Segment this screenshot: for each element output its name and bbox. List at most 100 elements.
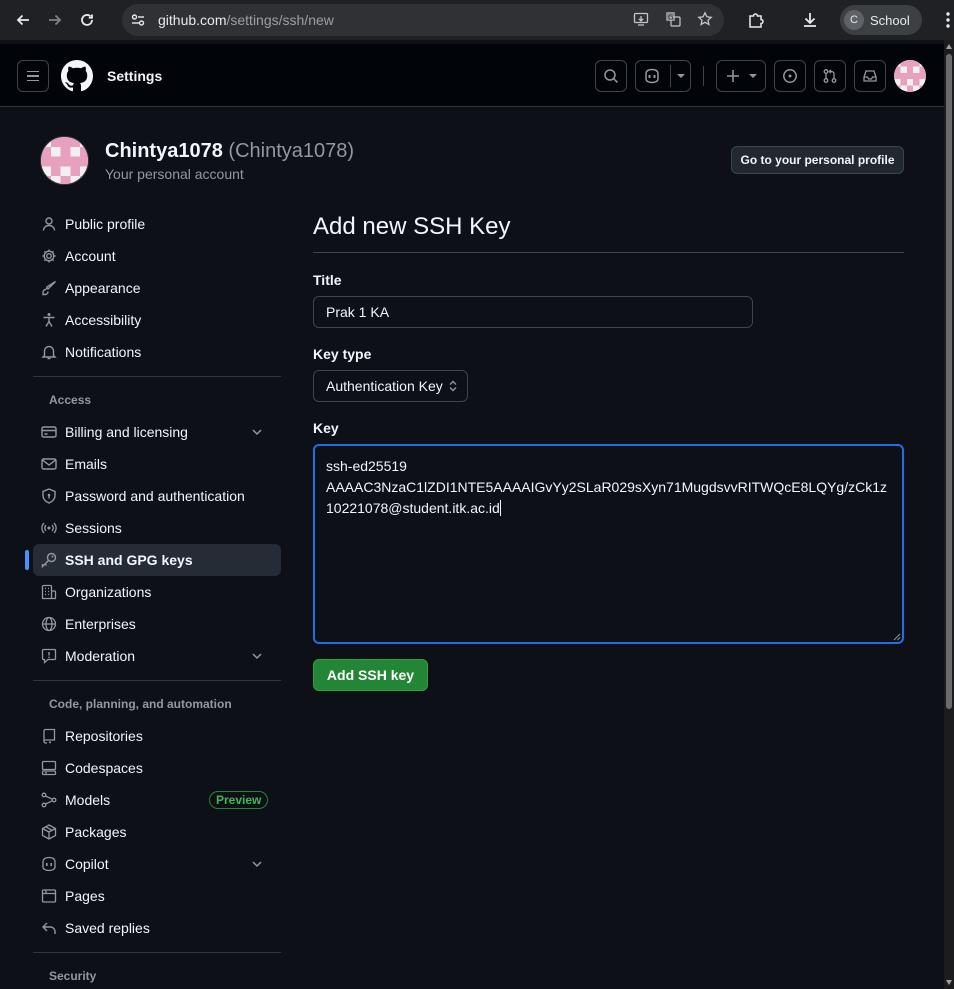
sidebar-item-copilot[interactable]: Copilot bbox=[33, 848, 281, 880]
chevron-down-icon[interactable] bbox=[251, 650, 263, 662]
sidebar-item-repositories[interactable]: Repositories bbox=[33, 720, 281, 752]
title-input[interactable]: Prak 1 KA bbox=[313, 296, 753, 328]
paintbrush-icon bbox=[41, 280, 57, 296]
svg-text:G: G bbox=[668, 14, 673, 22]
shield-lock-icon bbox=[41, 488, 57, 504]
sidebar-item-enterprises[interactable]: Enterprises bbox=[33, 608, 281, 640]
sidebar-divider bbox=[33, 680, 281, 681]
page-scrollbar[interactable] bbox=[944, 40, 954, 989]
forward-icon[interactable] bbox=[39, 4, 71, 36]
search-icon[interactable] bbox=[595, 60, 627, 92]
user-avatar[interactable] bbox=[894, 60, 926, 92]
issues-icon[interactable] bbox=[774, 60, 806, 92]
sidebar-item-label: Emails bbox=[65, 456, 108, 472]
sidebar-item-accessibility[interactable]: Accessibility bbox=[33, 304, 281, 336]
scrollbar-thumb[interactable] bbox=[946, 54, 952, 709]
sidebar-item-packages[interactable]: Packages bbox=[33, 816, 281, 848]
key-type-select[interactable]: Authentication Key bbox=[313, 370, 468, 402]
codespaces-icon bbox=[41, 760, 57, 776]
sidebar-item-saved-replies[interactable]: Saved replies bbox=[33, 912, 281, 944]
key-line: ssh-ed25519 bbox=[326, 458, 407, 474]
sidebar-item-pages[interactable]: Pages bbox=[33, 880, 281, 912]
github-header: Settings bbox=[0, 44, 944, 107]
sidebar-item-billing[interactable]: Billing and licensing bbox=[33, 416, 281, 448]
url-path: /settings/ssh/new bbox=[226, 12, 334, 28]
key-type-label: Key type bbox=[313, 346, 372, 362]
heading-divider bbox=[313, 252, 904, 253]
sidebar-item-emails[interactable]: Emails bbox=[33, 448, 281, 480]
translate-icon[interactable]: G bbox=[664, 10, 682, 28]
sidebar-item-organizations[interactable]: Organizations bbox=[33, 576, 281, 608]
sidebar-item-label: Pages bbox=[65, 888, 105, 904]
sidebar-item-label: Enterprises bbox=[65, 616, 136, 632]
sidebar-item-account[interactable]: Account bbox=[33, 240, 281, 272]
copilot-icon bbox=[41, 856, 57, 872]
back-icon[interactable] bbox=[7, 4, 39, 36]
browser-icon bbox=[41, 888, 57, 904]
sidebar-item-codespaces[interactable]: Codespaces bbox=[33, 752, 281, 784]
models-icon bbox=[41, 792, 57, 808]
browser-profile-chip[interactable]: C School bbox=[840, 5, 922, 35]
sidebar-item-public-profile[interactable]: Public profile bbox=[33, 208, 281, 240]
title-label: Title bbox=[313, 272, 342, 288]
report-icon bbox=[41, 648, 57, 664]
add-ssh-key-button[interactable]: Add SSH key bbox=[313, 659, 428, 691]
sidebar-heading-code: Code, planning, and automation bbox=[49, 697, 232, 711]
account-display-name: Chintya1078 bbox=[105, 140, 223, 162]
sidebar-item-models[interactable]: Models Preview bbox=[33, 784, 281, 816]
sidebar-item-label: Moderation bbox=[65, 648, 136, 664]
key-textarea[interactable]: ssh-ed25519 AAAAC3NzaC1lZDI1NTE5AAAAIGvY… bbox=[313, 444, 904, 644]
url-host: github.com bbox=[158, 12, 227, 28]
account-avatar bbox=[40, 136, 89, 185]
sidebar-item-sessions[interactable]: Sessions bbox=[33, 512, 281, 544]
address-bar[interactable]: github.com/settings/ssh/new G bbox=[122, 4, 724, 36]
sidebar-item-label: Appearance bbox=[65, 280, 141, 296]
sidebar-item-label: Copilot bbox=[65, 856, 109, 872]
github-logo-icon[interactable] bbox=[61, 60, 93, 92]
page-title: Settings bbox=[107, 68, 163, 84]
repo-icon bbox=[41, 728, 57, 744]
create-new-button[interactable] bbox=[716, 60, 766, 92]
inbox-icon[interactable] bbox=[854, 60, 886, 92]
more-menu-icon[interactable] bbox=[932, 4, 954, 36]
profile-avatar: C bbox=[844, 10, 864, 30]
sidebar-item-label: Codespaces bbox=[65, 760, 143, 776]
sidebar-divider bbox=[33, 376, 281, 377]
site-info-icon[interactable] bbox=[124, 6, 152, 34]
key-icon bbox=[41, 552, 57, 568]
credit-card-icon bbox=[41, 424, 57, 440]
bookmark-star-icon[interactable] bbox=[696, 10, 714, 28]
sidebar-item-label: Sessions bbox=[65, 520, 122, 536]
reload-icon[interactable] bbox=[71, 4, 103, 36]
sidebar-item-label: Packages bbox=[65, 824, 127, 840]
sidebar-item-label: Notifications bbox=[65, 344, 142, 360]
install-app-icon[interactable] bbox=[632, 10, 650, 28]
organization-icon bbox=[41, 584, 57, 600]
sidebar-item-label: Billing and licensing bbox=[65, 424, 188, 440]
sidebar-item-label: Saved replies bbox=[65, 920, 150, 936]
settings-sidebar: Public profile Account Appearance Access… bbox=[25, 208, 281, 989]
copilot-button[interactable] bbox=[635, 60, 691, 92]
sidebar-item-label: SSH and GPG keys bbox=[65, 552, 193, 568]
sidebar-item-password[interactable]: Password and authentication bbox=[33, 480, 281, 512]
chevron-down-icon[interactable] bbox=[251, 426, 263, 438]
sidebar-item-moderation[interactable]: Moderation bbox=[33, 640, 281, 672]
sidebar-item-appearance[interactable]: Appearance bbox=[33, 272, 281, 304]
url-text: github.com/settings/ssh/new bbox=[158, 12, 334, 28]
extensions-icon[interactable] bbox=[740, 4, 772, 36]
bell-icon bbox=[41, 344, 57, 360]
key-line-text: 10221078@student.itk.ac.id bbox=[326, 500, 500, 516]
sidebar-heading-security: Security bbox=[49, 969, 97, 983]
downloads-icon[interactable] bbox=[794, 4, 826, 36]
resize-handle[interactable] bbox=[893, 633, 901, 641]
chevron-down-icon[interactable] bbox=[251, 858, 263, 870]
sidebar-item-notifications[interactable]: Notifications bbox=[33, 336, 281, 368]
sidebar-item-ssh-gpg-keys[interactable]: SSH and GPG keys bbox=[25, 544, 281, 576]
sidebar-item-label: Models bbox=[65, 792, 111, 808]
chevron-down-icon[interactable] bbox=[676, 72, 686, 80]
go-to-profile-button[interactable]: Go to your personal profile bbox=[731, 146, 904, 174]
menu-icon[interactable] bbox=[17, 60, 49, 92]
account-subtitle: Your personal account bbox=[105, 166, 244, 182]
sidebar-divider bbox=[33, 952, 281, 953]
pull-requests-icon[interactable] bbox=[814, 60, 846, 92]
